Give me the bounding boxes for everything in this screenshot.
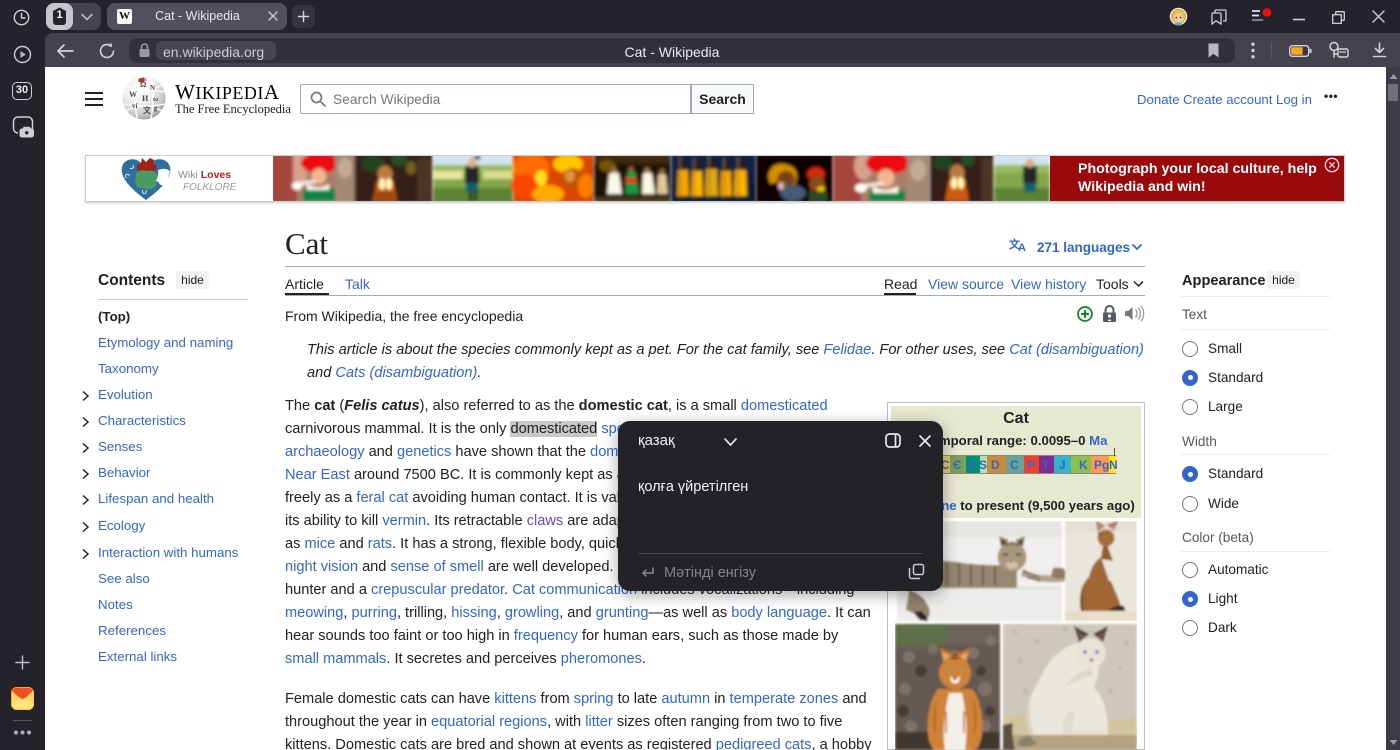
svg-text:И: И — [142, 94, 149, 103]
svg-text:文: 文 — [143, 105, 152, 115]
svg-text:ω: ω — [153, 95, 158, 103]
svg-text:W: W — [129, 90, 137, 99]
